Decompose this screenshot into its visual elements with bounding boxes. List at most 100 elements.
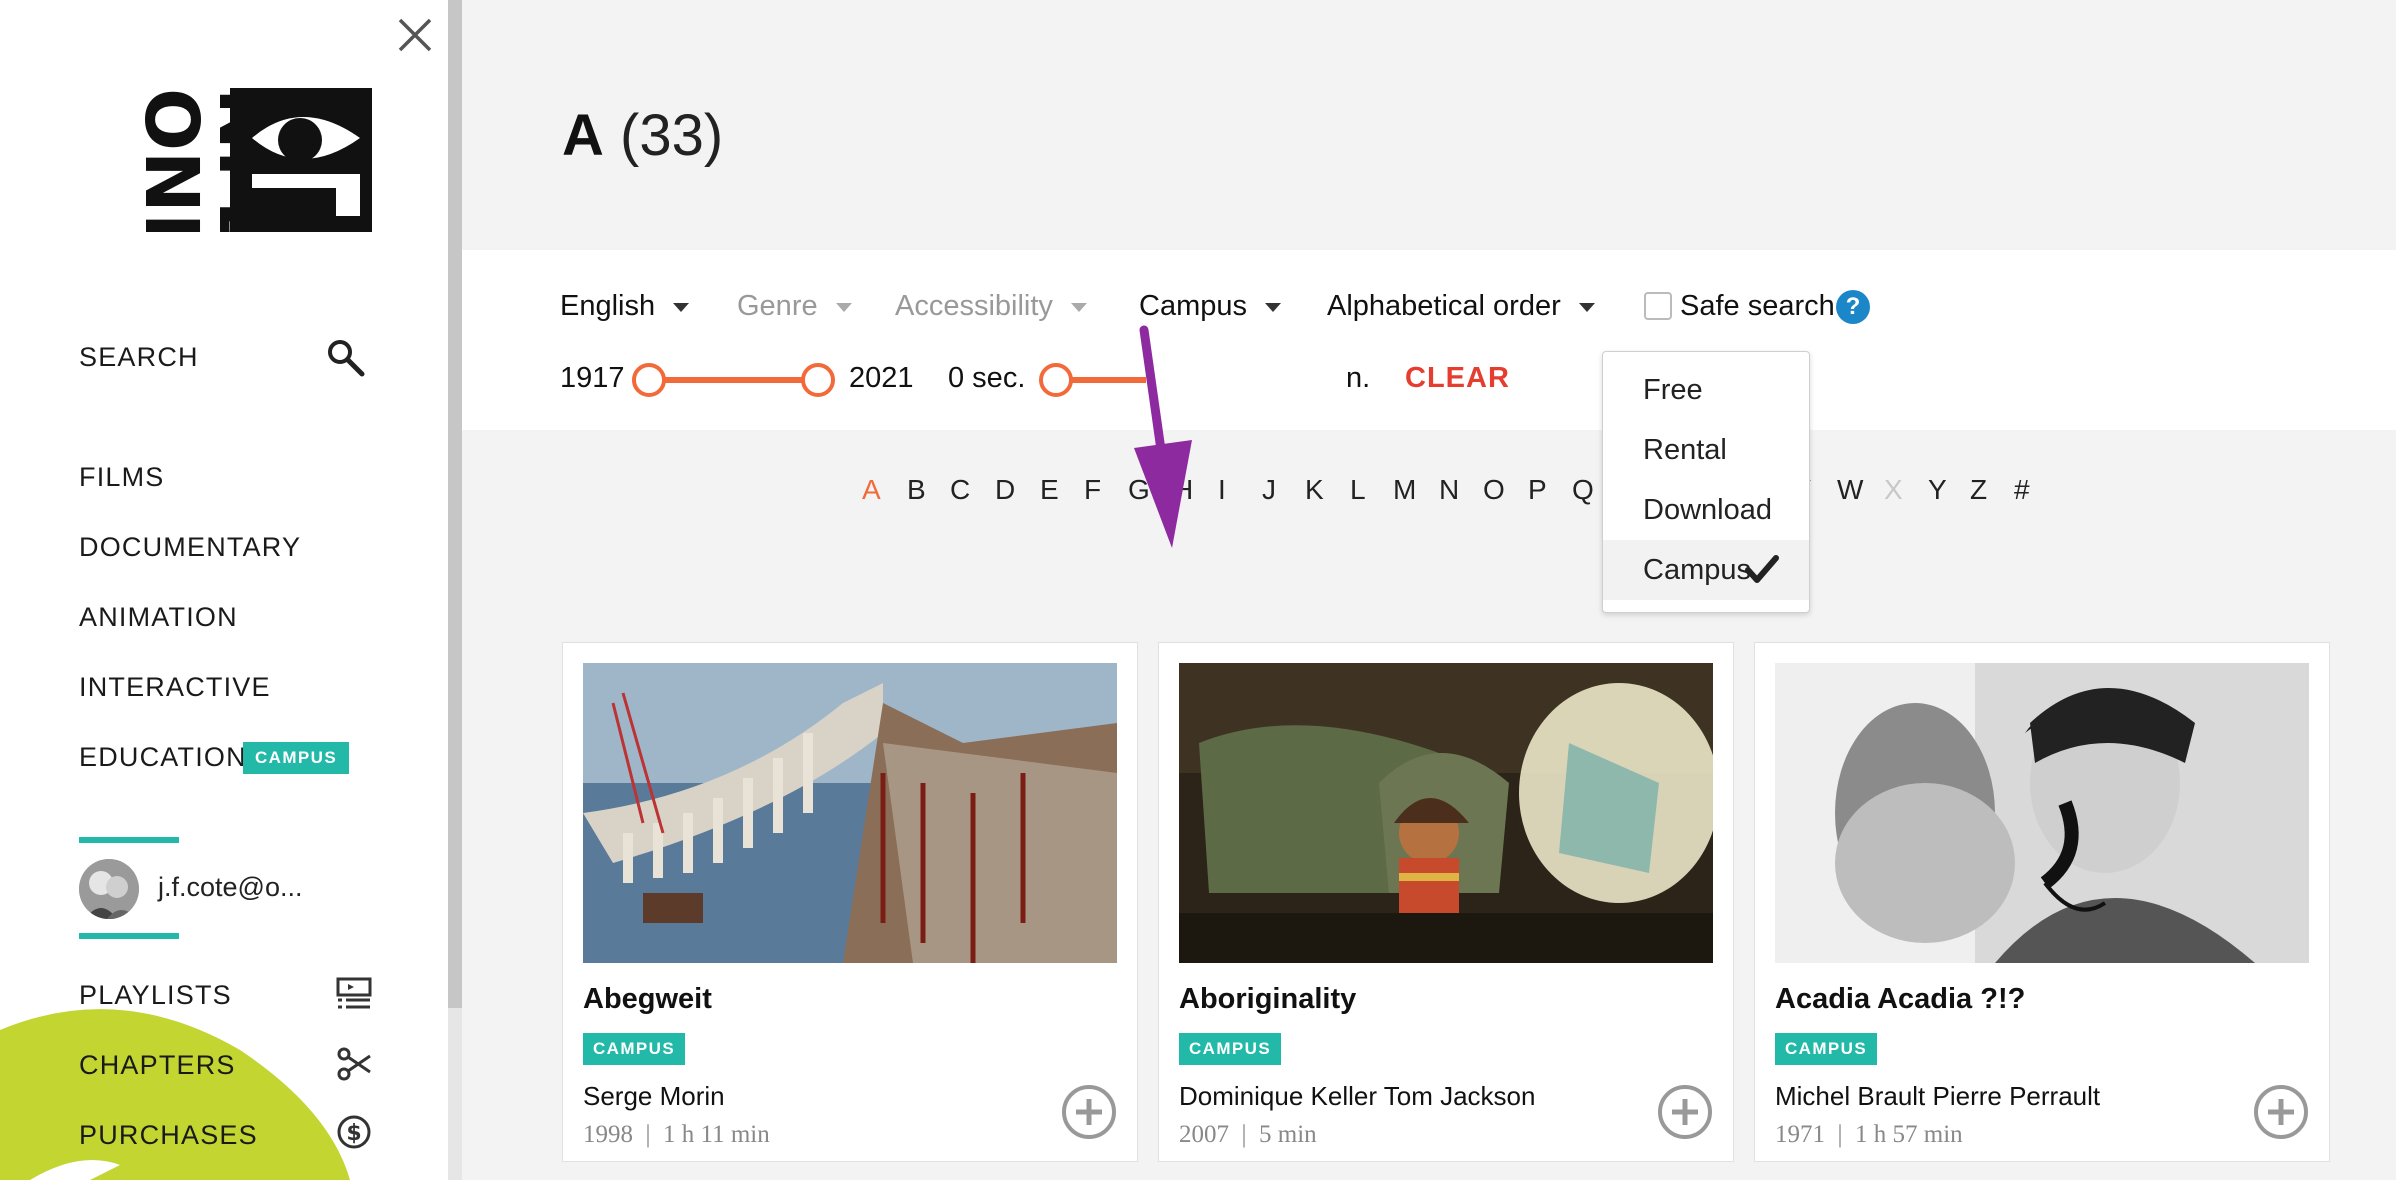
sidebar: ONF NFB SEARCH FILMS DOCUMENTARY ANIMATI… — [0, 0, 448, 1180]
language-filter[interactable]: English — [560, 290, 690, 323]
film-card[interactable]: Aboriginality CAMPUS Dominique Keller To… — [1158, 642, 1734, 1162]
campus-badge: CAMPUS — [1179, 1033, 1282, 1065]
sort-filter[interactable]: Alphabetical order — [1327, 290, 1595, 323]
nav-films[interactable]: FILMS — [79, 462, 165, 493]
alphabet-letter[interactable]: P — [1528, 474, 1547, 506]
playlist-icon[interactable] — [336, 976, 372, 1017]
search-icon[interactable] — [326, 338, 366, 383]
availability-filter[interactable]: Campus — [1139, 290, 1281, 323]
chevron-down-icon — [1265, 302, 1281, 312]
alphabet-letter[interactable]: W — [1837, 474, 1863, 506]
alphabet-letter[interactable]: D — [995, 474, 1015, 506]
search-link[interactable]: SEARCH — [79, 342, 199, 373]
accessibility-filter[interactable]: Accessibility — [895, 290, 1087, 323]
filter-label: Campus — [1139, 290, 1247, 322]
alphabet-letter[interactable]: M — [1393, 474, 1416, 506]
film-meta: 1998 | 1 h 11 min — [583, 1121, 770, 1148]
alphabet-letter[interactable]: E — [1040, 474, 1059, 506]
film-duration: 1 h 57 min — [1855, 1121, 1963, 1148]
film-year: 1971 — [1775, 1121, 1825, 1148]
nav-label: PLAYLISTS — [79, 980, 232, 1010]
scissors-icon[interactable] — [336, 1046, 372, 1087]
nav-education[interactable]: EDUCATION — [79, 742, 247, 773]
alphabet-letter[interactable]: B — [907, 474, 926, 506]
availability-dropdown-menu: Free Rental Download Campus — [1602, 351, 1810, 613]
avatar[interactable] — [79, 859, 139, 919]
onf-nfb-logo[interactable]: ONF NFB — [78, 88, 372, 263]
year-min: 1917 — [560, 362, 625, 394]
filter-label: Accessibility — [895, 290, 1053, 322]
film-card[interactable]: Abegweit CAMPUS Serge Morin 1998 | 1 h 1… — [562, 642, 1138, 1162]
alphabet-letter: X — [1884, 474, 1903, 505]
film-thumbnail[interactable] — [1179, 663, 1713, 963]
genre-filter[interactable]: Genre — [737, 290, 852, 323]
film-title[interactable]: Abegweit — [583, 983, 712, 1016]
nav-chapters[interactable]: CHAPTERS — [79, 1050, 236, 1081]
alphabet-letter[interactable]: # — [2014, 474, 2030, 506]
alphabet-letter[interactable]: N — [1439, 474, 1459, 506]
film-duration: 1 h 11 min — [663, 1121, 770, 1148]
film-thumbnail[interactable] — [1775, 663, 2309, 963]
nav-purchases[interactable]: PURCHASES — [79, 1120, 258, 1151]
nav-interactive[interactable]: INTERACTIVE — [79, 672, 271, 703]
svg-text:ONF: ONF — [128, 88, 214, 232]
dropdown-option-download[interactable]: Download — [1603, 480, 1809, 540]
year-slider-track[interactable] — [652, 377, 820, 383]
dropdown-option-campus[interactable]: Campus — [1603, 540, 1809, 600]
help-icon[interactable]: ? — [1836, 290, 1870, 324]
safe-search-checkbox[interactable] — [1644, 292, 1672, 320]
duration-max-suffix: n. — [1346, 362, 1371, 394]
campus-badge: CAMPUS — [583, 1033, 686, 1065]
clear-button[interactable]: CLEAR — [1405, 362, 1510, 395]
dropdown-option-rental[interactable]: Rental — [1603, 420, 1809, 480]
add-to-playlist-icon[interactable] — [1060, 1083, 1118, 1141]
alphabet-letter[interactable]: G — [1128, 474, 1150, 506]
alphabet-letter[interactable]: F — [1084, 474, 1101, 506]
alphabet-letter[interactable]: K — [1305, 474, 1324, 506]
decorative-lime-shape — [0, 1009, 350, 1180]
page-title: A (33) — [562, 102, 723, 169]
close-icon[interactable] — [392, 12, 438, 58]
user-email[interactable]: j.f.cote@o... — [158, 872, 302, 903]
alphabet-letter[interactable]: O — [1483, 474, 1505, 506]
film-directors[interactable]: Dominique Keller Tom Jackson — [1179, 1081, 1535, 1112]
duration-min-handle[interactable] — [1039, 363, 1073, 397]
year-min-handle[interactable] — [632, 363, 666, 397]
title-count: (33) — [620, 103, 724, 168]
nav-label: DOCUMENTARY — [79, 532, 302, 562]
film-card[interactable]: Acadia Acadia ?!? CAMPUS Michel Brault P… — [1754, 642, 2330, 1162]
film-thumbnail[interactable] — [583, 663, 1117, 963]
add-to-playlist-icon[interactable] — [2252, 1083, 2310, 1141]
scrollbar-thumb[interactable] — [448, 0, 462, 1008]
nav-animation[interactable]: ANIMATION — [79, 602, 238, 633]
search-label: SEARCH — [79, 342, 199, 372]
chevron-down-icon — [835, 302, 852, 312]
nav-label: CHAPTERS — [79, 1050, 236, 1080]
nav-playlists[interactable]: PLAYLISTS — [79, 980, 232, 1011]
alphabet-letter[interactable]: I — [1218, 474, 1226, 506]
alphabet-letter[interactable]: Y — [1928, 474, 1947, 506]
sidebar-scrollbar[interactable] — [448, 0, 462, 1180]
add-to-playlist-icon[interactable] — [1656, 1083, 1714, 1141]
alphabet-letter[interactable]: A — [862, 474, 881, 506]
alphabet-letter[interactable]: L — [1350, 474, 1366, 506]
alphabet-letter[interactable]: Z — [1970, 474, 1987, 506]
divider-bottom — [79, 933, 179, 939]
alphabet-letter[interactable]: J — [1262, 474, 1276, 506]
nav-label: INTERACTIVE — [79, 672, 271, 702]
film-title[interactable]: Acadia Acadia ?!? — [1775, 983, 2025, 1016]
safe-search-label: Safe search — [1680, 290, 1835, 322]
film-title[interactable]: Aboriginality — [1179, 983, 1356, 1016]
divider-top — [79, 837, 179, 843]
film-directors[interactable]: Serge Morin — [583, 1081, 725, 1112]
film-directors[interactable]: Michel Brault Pierre Perrault — [1775, 1081, 2100, 1112]
year-max-handle[interactable] — [801, 363, 835, 397]
alphabet-letter[interactable]: H — [1173, 474, 1193, 506]
dropdown-option-free[interactable]: Free — [1603, 360, 1809, 420]
main-content: A (33) English Genre Accessibility Campu… — [462, 0, 2396, 1180]
nav-documentary[interactable]: DOCUMENTARY — [79, 532, 301, 563]
alphabet-letter[interactable]: Q — [1572, 474, 1594, 506]
dollar-icon[interactable]: $ — [336, 1114, 372, 1155]
alphabet-letter[interactable]: C — [950, 474, 970, 506]
nav-label: FILMS — [79, 462, 165, 492]
